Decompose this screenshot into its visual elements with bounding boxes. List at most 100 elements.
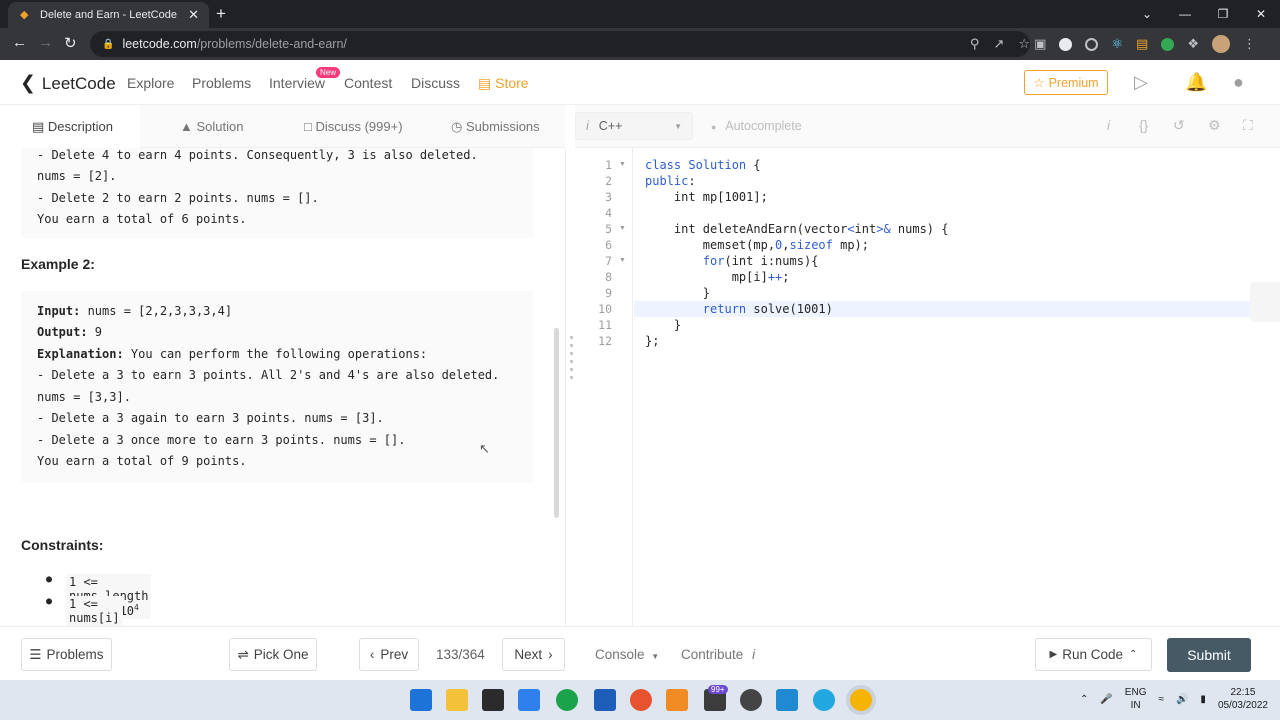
language-select[interactable]: i C++ ▼ — [575, 112, 693, 140]
chrome-icon[interactable] — [850, 689, 872, 711]
windows-start-icon[interactable] — [410, 689, 432, 711]
fullscreen-icon[interactable]: ⛶ — [1243, 117, 1253, 134]
language-indicator[interactable]: ENG IN — [1125, 686, 1147, 712]
output-value: 9 — [87, 325, 103, 339]
maximize-icon[interactable]: ❐ — [1204, 7, 1242, 21]
sublime-text-icon[interactable] — [666, 689, 688, 711]
code-editor[interactable]: 1 ▼ 2 3 4 5 ▼ 6 7 ▼ 8 9 10 11 12 class S… — [575, 148, 1280, 626]
zoom-icon[interactable]: ⚲ — [970, 36, 980, 52]
tab-search-icon[interactable]: ⌄ — [1128, 7, 1166, 21]
pick-one-button[interactable]: ⇌ Pick One — [229, 638, 317, 671]
code-line: public: — [645, 174, 696, 188]
close-tab-icon[interactable]: ✕ — [188, 7, 199, 23]
fold-arrow-icon[interactable]: ▼ — [619, 161, 626, 168]
tab-discuss[interactable]: □ Discuss (999+) — [304, 119, 403, 134]
line-number: 11 — [598, 318, 612, 332]
extension-green-icon[interactable] — [1161, 37, 1175, 51]
new-badge: New — [316, 67, 341, 78]
nav-problems[interactable]: Problems — [192, 75, 251, 91]
omnibox-icons: ⚲ ↗ ☆ — [970, 36, 1030, 52]
wifi-icon[interactable]: ≈ — [1158, 694, 1164, 705]
premium-button[interactable]: ☆ Premium — [1024, 70, 1108, 95]
autocomplete-toggle[interactable]: ● Autocomplete — [711, 119, 802, 133]
browser-tab[interactable]: ◆ Delete and Earn - LeetCode ✕ — [8, 2, 209, 28]
browser-menu-icon[interactable]: ⋮ — [1243, 36, 1256, 52]
notification-bell-icon[interactable]: 🔔 — [1185, 72, 1207, 93]
extension-ring-icon[interactable] — [1085, 37, 1099, 51]
nav-contest[interactable]: Contest — [344, 75, 392, 91]
green-app-icon[interactable] — [556, 689, 578, 711]
react-devtools-icon[interactable]: ⚛ — [1111, 36, 1123, 52]
line-number: 4 — [605, 206, 612, 220]
playground-icon[interactable]: ▷ — [1134, 72, 1148, 93]
splitter-dot — [570, 368, 573, 371]
settings-gear-icon[interactable]: ⚙ — [1208, 117, 1221, 134]
reset-code-icon[interactable]: ↺ — [1173, 117, 1185, 134]
url-input[interactable]: 🔒 leetcode.com/problems/delete-and-earn/ — [90, 31, 1030, 57]
tab-submissions[interactable]: ◷ Submissions — [451, 119, 540, 135]
todo-icon[interactable] — [518, 689, 540, 711]
minimize-icon[interactable]: — — [1166, 7, 1204, 21]
editor-toolbar: i C++ ▼ ● Autocomplete i {} ↺ ⚙ ⛶ — [575, 105, 1280, 148]
chevron-down-icon: ▼ — [674, 121, 682, 131]
bottom-action-bar: ☰ Problems ⇌ Pick One ‹ Prev 133/364 Nex… — [0, 626, 1280, 680]
line-number: 7 — [605, 254, 612, 268]
compass-app-icon[interactable] — [630, 689, 652, 711]
extension-circle-icon[interactable] — [1059, 37, 1073, 51]
system-clock[interactable]: 22:15 05/03/2022 — [1218, 686, 1268, 712]
tab-solution[interactable]: ▲ Solution — [180, 119, 243, 134]
tray-chevron-up-icon[interactable]: ⌃ — [1080, 694, 1088, 705]
comment-icon: □ — [304, 119, 312, 134]
description-scrollbar[interactable] — [554, 328, 559, 518]
user-avatar-icon[interactable]: ● — [1233, 72, 1244, 93]
nav-store[interactable]: ▤ Store — [478, 75, 529, 92]
fold-arrow-icon[interactable]: ▼ — [619, 257, 626, 264]
line-number: 12 — [598, 334, 612, 348]
reload-icon[interactable]: ↻ — [64, 34, 77, 52]
back-icon[interactable]: ← — [12, 34, 27, 51]
prev-button[interactable]: ‹ Prev — [359, 638, 419, 671]
run-code-button[interactable]: ▶ Run Code ⌃ — [1035, 638, 1152, 671]
camera-extension-icon[interactable]: ▣ — [1034, 36, 1046, 52]
leetcode-logo[interactable]: ❮ LeetCode — [20, 72, 116, 95]
editor-info-icon[interactable]: i — [1107, 117, 1110, 133]
problem-counter: 133/364 — [436, 647, 485, 662]
forward-icon[interactable]: → — [38, 34, 53, 51]
tab-description[interactable]: ▤ Description — [0, 105, 140, 148]
problems-list-button[interactable]: ☰ Problems — [21, 638, 112, 671]
photos-app-icon[interactable] — [594, 689, 616, 711]
nav-explore[interactable]: Explore — [127, 75, 174, 91]
contribute-link[interactable]: Contribute i — [681, 647, 755, 662]
line-number: 6 — [605, 238, 612, 252]
info-icon: i — [752, 647, 756, 662]
close-window-icon[interactable]: ✕ — [1242, 7, 1280, 21]
mouse-cursor-icon: ↖ — [479, 441, 490, 456]
system-tray: ⌃ 🎤 ENG IN ≈ 🔊 ▮ 22:15 05/03/2022 — [1080, 686, 1268, 712]
fold-arrow-icon[interactable]: ▼ — [619, 225, 626, 232]
file-explorer-icon[interactable] — [446, 689, 468, 711]
side-panel-handle[interactable] — [1250, 282, 1280, 322]
battery-icon[interactable]: ▮ — [1200, 694, 1206, 705]
format-braces-icon[interactable]: {} — [1139, 117, 1148, 133]
vscode-icon[interactable] — [776, 689, 798, 711]
obs-icon[interactable] — [740, 689, 762, 711]
console-toggle[interactable]: Console ▼ — [595, 647, 659, 662]
share-icon[interactable]: ↗ — [993, 36, 1004, 52]
next-button[interactable]: Next › — [502, 638, 565, 671]
extensions-puzzle-icon[interactable]: ❖ — [1187, 36, 1199, 52]
lang-code: ENG — [1124, 687, 1147, 698]
new-tab-button[interactable]: + — [216, 4, 226, 24]
nav-interview[interactable]: Interview — [269, 75, 325, 91]
extension-folder-icon[interactable]: ▤ — [1136, 36, 1148, 52]
chat-app-icon[interactable] — [813, 689, 835, 711]
submit-button[interactable]: Submit — [1167, 638, 1251, 672]
volume-icon[interactable]: 🔊 — [1176, 694, 1188, 705]
bookmark-star-icon[interactable]: ☆ — [1018, 36, 1030, 52]
profile-avatar[interactable] — [1212, 35, 1230, 53]
nav-discuss[interactable]: Discuss — [411, 75, 460, 91]
microphone-icon[interactable]: 🎤 — [1100, 694, 1112, 705]
clock-time: 22:15 — [1230, 687, 1256, 698]
next-label: Next — [514, 647, 543, 662]
pane-splitter[interactable] — [565, 148, 575, 626]
terminal-icon[interactable] — [482, 689, 504, 711]
